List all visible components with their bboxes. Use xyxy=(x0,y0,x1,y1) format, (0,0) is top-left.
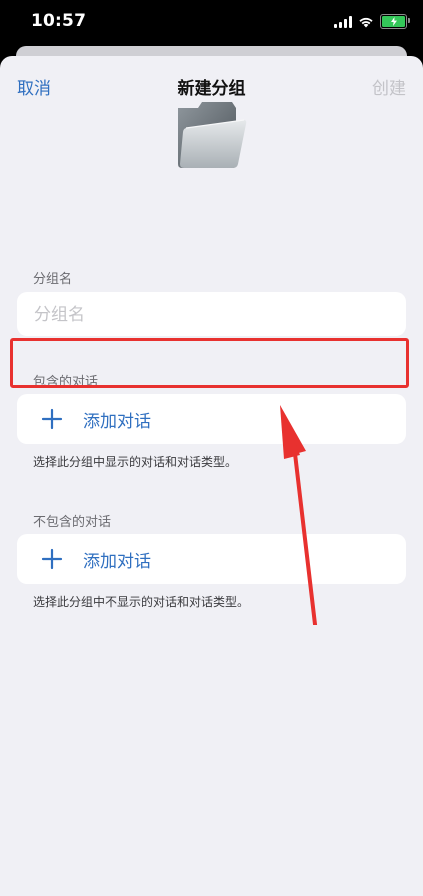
group-name-section-label: 分组名 xyxy=(33,272,73,287)
excluded-section-label: 不包含的对话 xyxy=(33,515,112,530)
plus-icon xyxy=(41,408,63,430)
add-excluded-chat-label: 添加对话 xyxy=(83,552,151,572)
group-name-input[interactable] xyxy=(32,292,396,338)
plus-icon xyxy=(41,548,63,570)
included-footnote: 选择此分组中显示的对话和对话类型。 xyxy=(33,455,238,469)
battery-charging-icon xyxy=(380,14,410,29)
new-group-sheet: 取消 新建分组 创建 xyxy=(0,56,423,896)
folder-icon xyxy=(178,102,247,168)
cellular-signal-icon xyxy=(334,15,352,28)
add-excluded-chat-button[interactable]: 添加对话 xyxy=(17,534,406,584)
excluded-footnote: 选择此分组中不显示的对话和对话类型。 xyxy=(33,595,250,609)
status-bar: 10:57 xyxy=(0,0,423,46)
status-icons xyxy=(334,14,410,29)
create-button[interactable]: 创建 xyxy=(372,74,406,99)
add-included-chat-label: 添加对话 xyxy=(83,412,151,432)
wifi-icon xyxy=(359,17,373,27)
included-section-label: 包含的对话 xyxy=(33,375,99,390)
add-included-chat-button[interactable]: 添加对话 xyxy=(17,394,406,444)
status-time: 10:57 xyxy=(31,11,87,31)
group-name-card xyxy=(17,292,406,338)
